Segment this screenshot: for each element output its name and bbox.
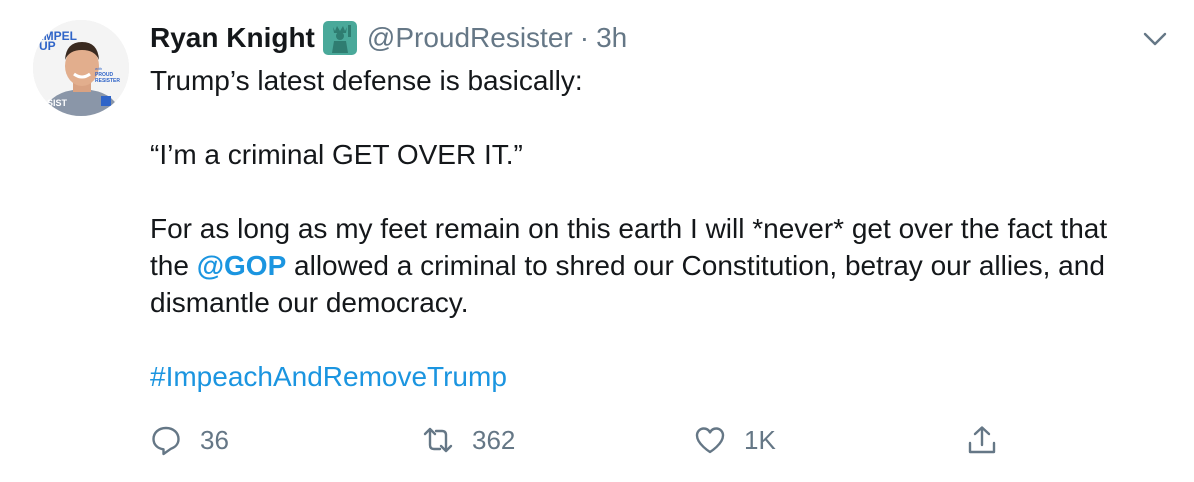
share-button[interactable] — [966, 418, 998, 462]
retweet-count: 362 — [472, 424, 516, 455]
tweet-paragraph-line-3: dismantle our democracy. — [150, 287, 469, 318]
share-icon — [968, 426, 996, 454]
avatar-text-with: with — [95, 66, 102, 71]
like-button[interactable]: 1K — [694, 418, 776, 462]
tweet-paragraph-line-2: the @GOP allowed a criminal to shred our… — [150, 247, 1160, 284]
author-handle[interactable]: @ProudResister — [367, 22, 573, 54]
statue-of-liberty-icon — [322, 21, 357, 55]
retweet-button[interactable]: 362 — [422, 418, 515, 462]
reply-button[interactable]: 36 — [150, 418, 229, 462]
avatar-text-shirt: SIST — [47, 98, 68, 108]
like-count: 1K — [744, 424, 776, 455]
chevron-down-icon[interactable] — [1142, 26, 1168, 52]
tweet-quote: “I’m a criminal GET OVER IT.” — [150, 139, 523, 170]
retweet-icon — [423, 427, 453, 453]
hashtag-link[interactable]: #ImpeachAndRemoveTrump — [150, 361, 507, 392]
tweet-header: Ryan Knight @ProudResister · 3h — [150, 16, 627, 60]
tweet-timestamp[interactable]: 3h — [596, 22, 627, 54]
tweet-actions: 36 362 1K — [150, 418, 1050, 462]
tweet-text: Trump’s latest defense is basically: “I’… — [150, 62, 1160, 395]
reply-icon — [152, 426, 180, 456]
avatar[interactable]: AMPEL UP with PROUD RESISTER SIST — [33, 20, 129, 116]
header-separator: · — [579, 22, 590, 53]
author-name[interactable]: Ryan Knight — [150, 22, 315, 54]
avatar-text-resister: RESISTER — [95, 78, 120, 84]
tweet-line-1: Trump’s latest defense is basically: — [150, 65, 583, 96]
avatar-image: AMPEL UP with PROUD RESISTER SIST — [33, 20, 129, 116]
tweet-paragraph-line-1: For as long as my feet remain on this ea… — [150, 213, 1108, 244]
heart-icon — [695, 427, 725, 454]
paragraph-text-after-mention: allowed a criminal to shred our Constitu… — [286, 250, 1105, 281]
paragraph-text-before-mention: the — [150, 250, 197, 281]
avatar-text-up: UP — [39, 39, 56, 53]
reply-count: 36 — [200, 424, 229, 455]
mention-link-gop[interactable]: @GOP — [197, 250, 287, 281]
